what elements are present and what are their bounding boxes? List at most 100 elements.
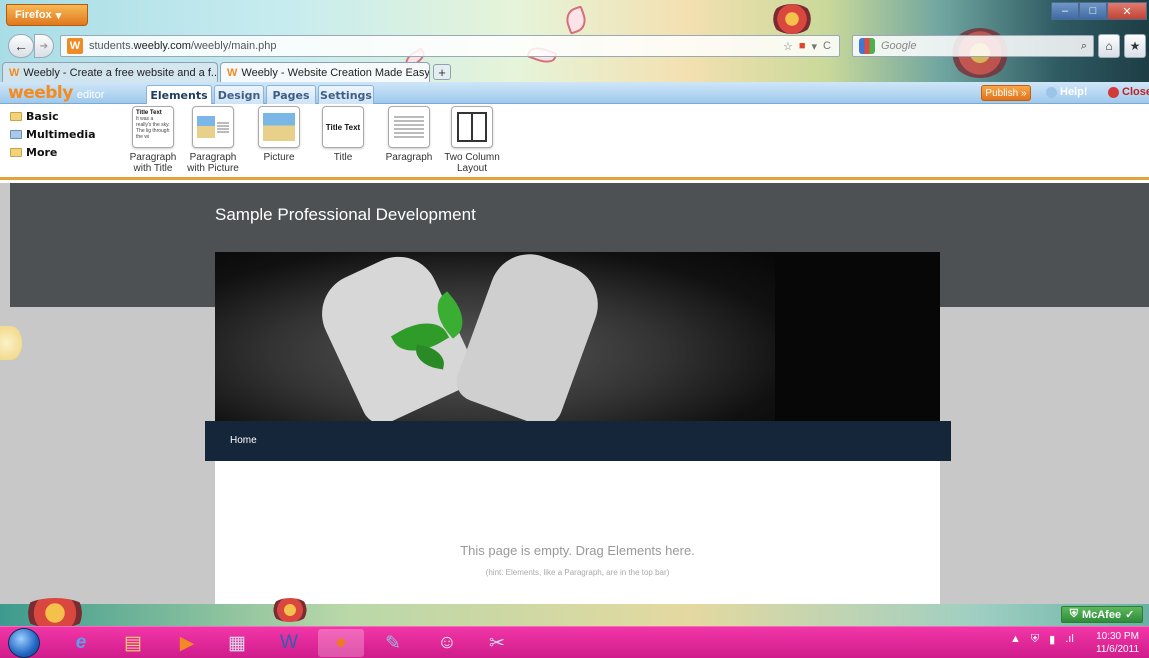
home-icon[interactable]: ⌂ xyxy=(1098,34,1120,58)
element-paragraph-with-title[interactable]: Title Text It was a really's the sky. Th… xyxy=(126,106,180,174)
navigation-bar: ← ➔ W students.weebly.com/weebly/main.ph… xyxy=(0,32,1149,60)
flower-decoration xyxy=(770,4,814,34)
element-two-column-layout[interactable]: Two Column Layout xyxy=(440,106,504,174)
help-icon xyxy=(1046,86,1057,98)
tab-title: Weebly - Website Creation Made Easy xyxy=(241,66,430,79)
search-placeholder: Google xyxy=(881,40,917,52)
nav-item-home[interactable]: Home xyxy=(230,435,257,446)
screen: Firefox ▾ – □ ✕ ← ➔ W students.weebly.com… xyxy=(0,0,1149,658)
network-icon[interactable]: ▮ xyxy=(1049,633,1055,646)
media-player-icon[interactable]: ▶ xyxy=(164,629,210,657)
check-icon: ✓ xyxy=(1125,609,1135,621)
site-title[interactable]: Sample Professional Development xyxy=(215,205,476,225)
dropdown-arrow-icon[interactable]: ▾ xyxy=(812,40,818,53)
elements-bar: Basic Multimedia More Title Text It was … xyxy=(0,104,1149,180)
element-label: Paragraph with Picture xyxy=(187,152,239,174)
back-button[interactable]: ← xyxy=(8,34,34,58)
firefox-menu-button[interactable]: Firefox ▾ xyxy=(6,4,88,26)
forward-button[interactable]: ➔ xyxy=(34,34,54,58)
header-banner-image[interactable] xyxy=(215,252,940,422)
element-label: Paragraph with Title xyxy=(129,152,177,174)
minimize-button[interactable]: – xyxy=(1051,2,1079,20)
element-label: Picture xyxy=(263,152,295,163)
bookmark-star-icon[interactable]: ☆ xyxy=(783,40,793,53)
side-handle[interactable] xyxy=(0,326,22,360)
petal-decoration xyxy=(562,5,590,35)
google-icon xyxy=(859,38,875,54)
address-bar[interactable]: W students.weebly.com/weebly/main.php ☆ … xyxy=(60,35,840,57)
tab-pages[interactable]: Pages xyxy=(266,85,316,104)
site-navigation: Home xyxy=(205,421,951,461)
category-more[interactable]: More xyxy=(10,143,96,161)
category-basic[interactable]: Basic xyxy=(10,107,96,125)
element-paragraph-with-picture[interactable]: Paragraph with Picture xyxy=(186,106,240,174)
file-explorer-icon[interactable]: ▤ xyxy=(110,629,156,657)
show-hidden-icons-icon[interactable]: ▲ xyxy=(1010,633,1021,646)
weebly-toolbar: weebly editor Elements Design Pages Setti… xyxy=(0,82,1149,105)
browser-tab-1[interactable]: W Weebly - Create a free website and a f.… xyxy=(2,62,218,82)
element-categories: Basic Multimedia More xyxy=(10,107,96,161)
tab-elements[interactable]: Elements xyxy=(146,85,212,105)
word-icon[interactable]: W xyxy=(266,629,312,657)
picture-thumbnail xyxy=(258,106,300,148)
paragraph-with-title-thumbnail: Title Text It was a really's the sky. Th… xyxy=(132,106,174,148)
content-area[interactable]: This page is empty. Drag Elements here. … xyxy=(215,461,940,604)
tab-design[interactable]: Design xyxy=(214,85,264,104)
element-paragraph[interactable]: Paragraph xyxy=(382,106,436,163)
weebly-favicon-icon: W xyxy=(227,66,238,79)
two-column-thumbnail xyxy=(451,106,493,148)
page-canvas: Sample Professional Development Home Thi… xyxy=(0,183,1149,604)
calculator-icon[interactable]: ▦ xyxy=(214,629,260,657)
category-multimedia[interactable]: Multimedia xyxy=(10,125,96,143)
weebly-favicon-icon: W xyxy=(67,38,83,54)
browser-chrome: Firefox ▾ – □ ✕ ← ➔ W students.weebly.com… xyxy=(0,0,1149,82)
window-controls: – □ ✕ xyxy=(1051,2,1147,20)
snipping-tool-icon[interactable]: ✂ xyxy=(474,629,520,657)
window-close-button[interactable]: ✕ xyxy=(1107,2,1147,20)
folder-icon xyxy=(10,111,22,121)
flower-decoration xyxy=(20,598,90,628)
signal-icon[interactable]: .ıl xyxy=(1065,633,1074,646)
start-button[interactable] xyxy=(8,628,40,658)
title-thumbnail: Title Text xyxy=(322,106,364,148)
system-tray: ▲ ⛨ ▮ .ıl xyxy=(1010,633,1074,646)
mcafee-badge[interactable]: ⛨ McAfee ✓ xyxy=(1061,606,1143,623)
shield-icon: ⛨ xyxy=(1069,608,1078,620)
element-picture[interactable]: Picture xyxy=(256,106,302,163)
close-icon xyxy=(1108,86,1119,98)
maximize-button[interactable]: □ xyxy=(1079,2,1107,20)
element-label: Paragraph xyxy=(385,152,433,163)
search-icon[interactable]: ⌕ xyxy=(1081,40,1087,53)
publish-button[interactable]: Publish » xyxy=(981,85,1031,101)
search-field[interactable]: Google ⌕ xyxy=(852,35,1094,57)
security-icon[interactable]: ⛨ xyxy=(1031,633,1039,646)
weebly-favicon-icon: W xyxy=(9,66,20,79)
reload-icon[interactable]: C xyxy=(823,40,831,53)
paragraph-thumbnail xyxy=(388,106,430,148)
paint-icon[interactable]: ✎ xyxy=(370,629,416,657)
browser-tab-2[interactable]: WWeebly - Website Creation Made Easy✕ xyxy=(220,62,430,82)
firefox-label: Firefox xyxy=(15,9,52,21)
messenger-icon[interactable]: ☺ xyxy=(424,629,470,657)
picture-icon xyxy=(263,113,295,141)
hint-text: (hint: Elements, like a Paragraph, are i… xyxy=(485,568,670,577)
help-button[interactable]: Help! xyxy=(1046,86,1088,98)
close-editor-button[interactable]: Close xyxy=(1108,86,1149,98)
empty-page-message: This page is empty. Drag Elements here. xyxy=(460,543,695,558)
element-label: Two Column Layout xyxy=(444,152,500,174)
new-tab-button[interactable]: + xyxy=(433,64,451,80)
tab-title: Weebly - Create a free website and a f..… xyxy=(23,66,218,79)
clock[interactable]: 10:30 PM 11/6/2011 xyxy=(1096,630,1139,656)
bookmarks-icon[interactable]: ★ xyxy=(1124,34,1146,58)
tab-settings[interactable]: Settings xyxy=(318,85,374,104)
two-column-icon xyxy=(457,112,487,142)
addon-icon[interactable]: ■ xyxy=(799,40,806,53)
internet-explorer-icon[interactable]: e xyxy=(58,629,104,657)
paragraph-with-picture-thumbnail xyxy=(192,106,234,148)
tab-strip: W Weebly - Create a free website and a f.… xyxy=(0,60,1149,82)
chevron-down-icon: ▾ xyxy=(55,9,62,22)
firefox-icon[interactable]: ● xyxy=(318,629,364,657)
element-title[interactable]: Title Text Title xyxy=(320,106,366,163)
taskbar: e ▤ ▶ ▦ W ● ✎ ☺ ✂ ▲ ⛨ ▮ .ıl 10:30 PM 11/6… xyxy=(0,626,1149,658)
decoration-strip: ⛨ McAfee ✓ xyxy=(0,598,1149,628)
